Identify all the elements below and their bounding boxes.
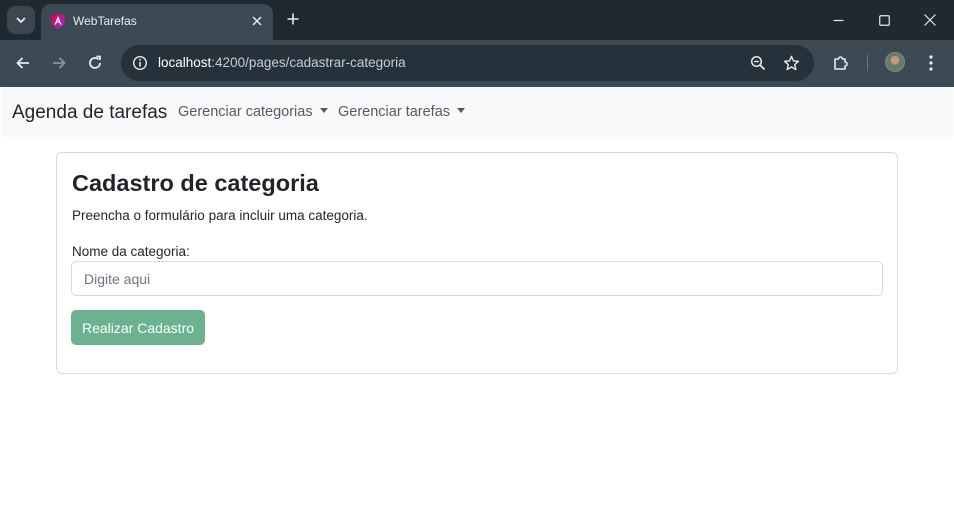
menu-gerenciar-tarefas[interactable]: Gerenciar tarefas <box>338 104 466 120</box>
url-path: :4200/pages/cadastrar-categoria <box>211 55 406 70</box>
arrow-left-icon <box>16 57 29 69</box>
reload-button[interactable] <box>82 50 108 76</box>
more-vertical-icon <box>929 55 933 71</box>
address-bar[interactable]: localhost:4200/pages/cadastrar-categoria <box>121 45 814 81</box>
close-icon <box>252 16 262 26</box>
toolbar-divider <box>867 55 868 71</box>
forward-button[interactable] <box>46 50 72 76</box>
menu-gerenciar-categorias-label: Gerenciar categorias <box>178 104 313 120</box>
caret-down-icon <box>457 108 466 113</box>
minimize-icon <box>833 19 843 21</box>
menu-gerenciar-tarefas-label: Gerenciar tarefas <box>338 104 451 120</box>
caret-down-icon <box>319 108 328 113</box>
category-form-card: Cadastro de categoria Preencha o formulá… <box>56 152 898 374</box>
minimize-button[interactable] <box>826 8 850 32</box>
tab-search-button[interactable] <box>7 6 35 34</box>
url-text[interactable]: localhost:4200/pages/cadastrar-categoria <box>158 55 406 70</box>
category-name-input[interactable] <box>71 261 883 296</box>
bookmark-button[interactable] <box>781 53 801 73</box>
new-tab-button[interactable] <box>282 8 304 30</box>
maximize-icon <box>878 14 890 26</box>
extensions-button[interactable] <box>829 51 853 75</box>
maximize-button[interactable] <box>872 8 896 32</box>
form-description: Preencha o formulário para incluir uma c… <box>72 208 368 223</box>
reload-icon <box>89 55 101 69</box>
close-icon <box>924 14 936 26</box>
plus-icon <box>287 13 299 25</box>
navbar-brand[interactable]: Agenda de tarefas <box>12 102 167 124</box>
star-icon <box>783 55 799 70</box>
window-close-button[interactable] <box>918 8 942 32</box>
info-icon <box>132 55 148 71</box>
tab-title: WebTarefas <box>73 14 137 28</box>
active-tab[interactable]: WebTarefas <box>41 4 273 40</box>
chevron-down-icon <box>16 17 26 24</box>
browser-menu-button[interactable] <box>919 51 943 75</box>
menu-gerenciar-categorias[interactable]: Gerenciar categorias <box>178 104 328 120</box>
angular-favicon-icon <box>51 13 65 29</box>
profile-avatar[interactable] <box>885 52 905 72</box>
browser-toolbar: localhost:4200/pages/cadastrar-categoria <box>0 40 954 87</box>
zoom-out-icon <box>750 55 766 71</box>
browser-titlebar: WebTarefas <box>0 0 954 40</box>
tab-close-button[interactable] <box>247 11 267 31</box>
url-host: localhost <box>158 55 212 70</box>
puzzle-icon <box>834 56 848 70</box>
category-name-label: Nome da categoria: <box>72 244 190 259</box>
submit-button[interactable]: Realizar Cadastro <box>71 310 205 345</box>
site-info-button[interactable] <box>131 54 149 72</box>
arrow-right-icon <box>53 57 66 69</box>
back-button[interactable] <box>10 50 36 76</box>
zoom-button[interactable] <box>748 53 768 73</box>
app-navbar: Agenda de tarefas Gerenciar categorias G… <box>1 87 953 137</box>
page-title: Cadastro de categoria <box>72 170 319 196</box>
